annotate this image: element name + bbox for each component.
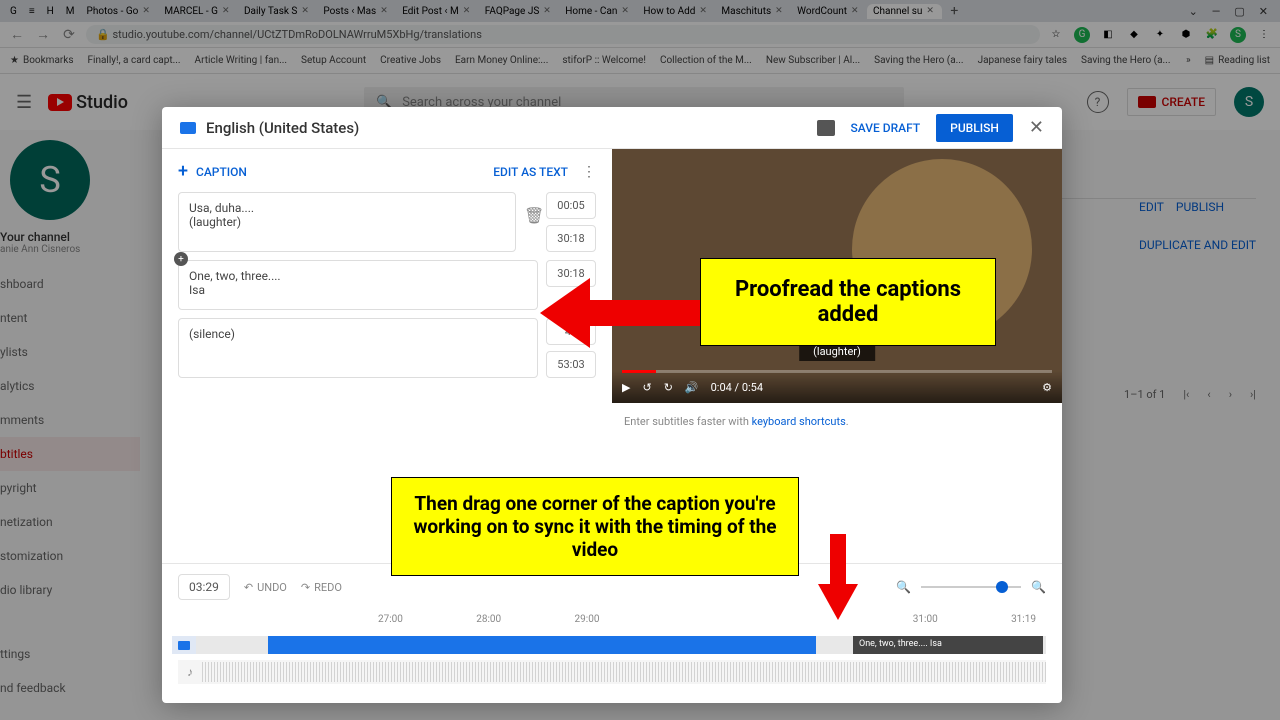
- save-draft-button[interactable]: SAVE DRAFT: [851, 121, 921, 135]
- start-time-input[interactable]: 00:05: [546, 192, 596, 219]
- forward-icon[interactable]: ↻: [664, 381, 673, 394]
- zoom-in-icon[interactable]: 🔍: [1031, 580, 1046, 594]
- caption-track[interactable]: One, two, three.... Isa: [178, 636, 1046, 654]
- caption-text-input[interactable]: One, two, three.... Isa: [178, 260, 538, 310]
- caption-block[interactable]: One, two, three.... Isa: [853, 636, 1043, 654]
- gear-icon[interactable]: ⚙: [1042, 381, 1052, 394]
- subtitle-icon: [180, 122, 196, 134]
- caption-row: + One, two, three.... Isa 30:18: [178, 260, 596, 310]
- end-time-input[interactable]: 53:03: [546, 351, 596, 378]
- audio-track[interactable]: ♪: [178, 660, 1046, 684]
- caption-block[interactable]: [268, 636, 816, 654]
- subtitle-editor-modal: English (United States) SAVE DRAFT PUBLI…: [162, 107, 1062, 703]
- publish-button[interactable]: PUBLISH: [936, 114, 1013, 142]
- plus-icon: +: [178, 161, 188, 182]
- end-time-input[interactable]: 30:18: [546, 225, 596, 252]
- music-note-icon: ♪: [178, 665, 202, 679]
- timeline-ruler: 27:00 28:00 29:00 31:00 31:19: [178, 614, 1046, 634]
- modal-header: English (United States) SAVE DRAFT PUBLI…: [162, 107, 1062, 149]
- modal-title: English (United States): [206, 119, 359, 137]
- zoom-slider[interactable]: [921, 586, 1021, 588]
- caption-text-input[interactable]: Usa, duha.... (laughter): [178, 192, 516, 252]
- insert-caption-icon[interactable]: +: [174, 252, 188, 266]
- waveform: [202, 662, 1046, 682]
- edit-as-text-button[interactable]: EDIT AS TEXT: [493, 165, 568, 179]
- trash-icon[interactable]: 🗑: [524, 206, 538, 222]
- arrow-down-icon: [818, 534, 858, 624]
- caption-text-input[interactable]: (silence): [178, 318, 538, 378]
- close-icon[interactable]: ✕: [1029, 117, 1044, 138]
- caption-row: Usa, duha.... (laughter) 🗑 00:05 30:18: [178, 192, 596, 252]
- timeline-time-input[interactable]: 03:29: [178, 574, 230, 600]
- keyboard-hint: Enter subtitles faster with keyboard sho…: [612, 403, 1062, 440]
- zoom-out-icon[interactable]: 🔍: [896, 580, 911, 594]
- more-icon[interactable]: ⋮: [582, 164, 596, 180]
- caption-row: (silence) 47 53:03: [178, 318, 596, 378]
- redo-button[interactable]: ↷ REDO: [301, 581, 342, 594]
- rewind-icon[interactable]: ↺: [642, 381, 651, 394]
- annotation-callout: Proofread the captions added: [700, 258, 996, 346]
- feedback-icon[interactable]: [817, 120, 835, 136]
- add-caption-button[interactable]: +CAPTION: [178, 161, 247, 182]
- volume-icon[interactable]: 🔊: [685, 381, 699, 394]
- play-icon[interactable]: ▶: [622, 381, 630, 394]
- arrow-left-icon: [540, 278, 700, 348]
- keyboard-shortcuts-link[interactable]: keyboard shortcuts: [752, 415, 846, 428]
- timeline: 03:29 ↶ UNDO ↷ REDO 🔍 🔍 27:00 28:00 29:0…: [162, 563, 1062, 703]
- video-time: 0:04 / 0:54: [711, 381, 763, 394]
- annotation-callout: Then drag one corner of the caption you'…: [391, 477, 799, 576]
- undo-button[interactable]: ↶ UNDO: [244, 581, 287, 594]
- subtitle-track-icon: [172, 636, 196, 654]
